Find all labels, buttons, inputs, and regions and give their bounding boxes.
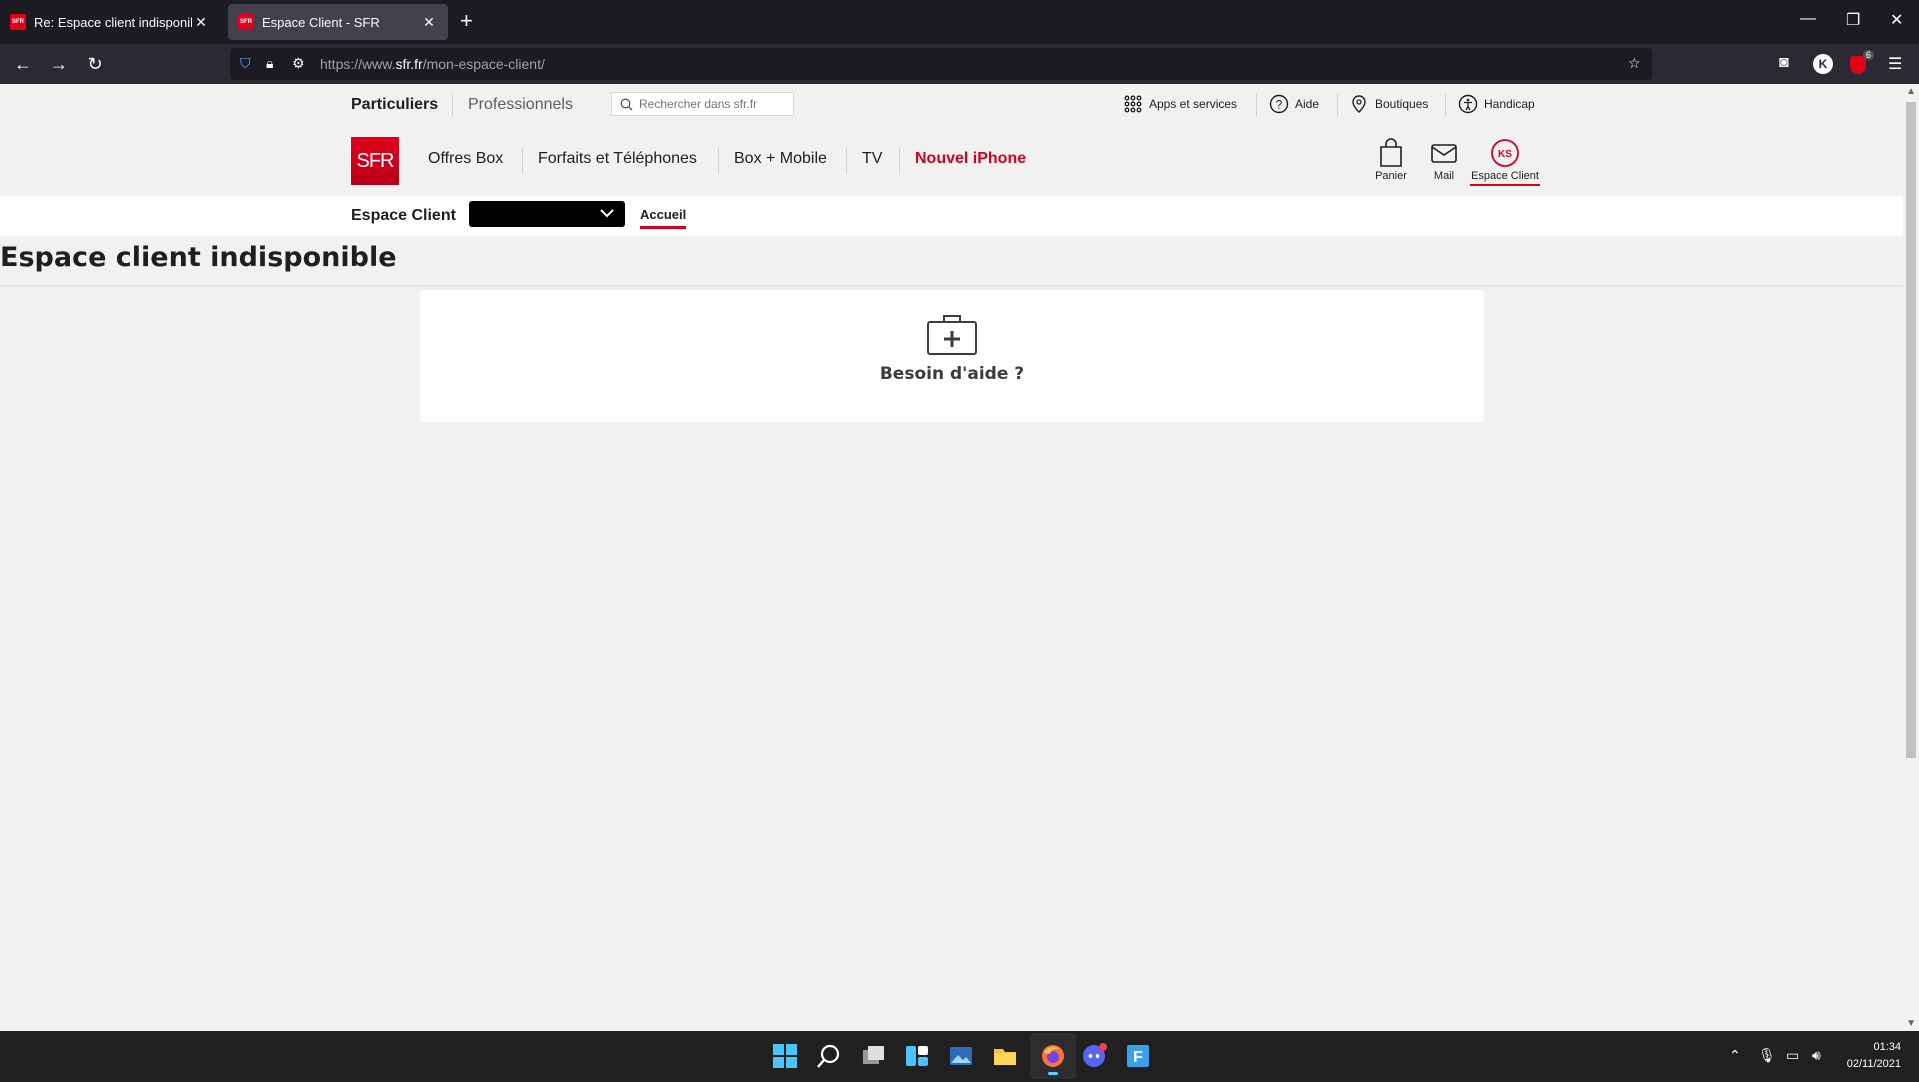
browser-nav-bar: ← → ↻ ⛉ 🔒︎ ⚙ https://www.sfr.fr/mon-espa… [0,44,1919,84]
scroll-up-icon[interactable]: ▲ [1906,86,1916,97]
accessibility-icon [1458,94,1478,114]
widgets-icon[interactable] [904,1043,930,1069]
extension-badge-count: 6 [1862,50,1874,60]
sfr-favicon-icon: SFR [238,14,254,30]
mail-button[interactable]: Mail [1419,138,1469,182]
volume-icon[interactable]: 🔊︎ [1812,1047,1821,1064]
extension-shield-icon[interactable]: 6 [1850,50,1874,74]
forward-arrow-icon[interactable]: → [47,53,71,75]
bookmark-star-icon[interactable]: ☆ [1628,55,1641,72]
espace-client-button[interactable]: KS Espace Client [1470,138,1540,186]
sfr-logo[interactable]: SFR [351,137,399,185]
espace-client-title: Espace Client [351,207,456,224]
search-icon [620,98,633,110]
sfr-header: Particuliers Professionnels Apps et serv… [0,84,1903,196]
network-icon[interactable]: ▭ [1786,1047,1799,1064]
task-view-icon[interactable] [860,1043,886,1069]
apps-grid-icon [1124,95,1142,113]
app-f-icon[interactable]: F [1125,1043,1151,1069]
help-card[interactable]: Besoin d'aide ? [420,290,1484,422]
aide-link[interactable]: ? Aide [1269,94,1319,114]
nav-offres-box[interactable]: Offres Box [428,150,503,168]
handicap-link[interactable]: Handicap [1458,94,1535,114]
error-banner: Espace client indisponible [0,236,1903,286]
page-viewport: Particuliers Professionnels Apps et serv… [0,84,1919,1031]
url-bar[interactable]: ⛉ 🔒︎ ⚙ https://www.sfr.fr/mon-espace-cli… [230,48,1652,80]
user-avatar-icon: KS [1491,139,1519,167]
browser-tab-2[interactable]: SFR Espace Client - SFR ✕ [228,4,448,40]
shopping-bag-icon [1380,138,1402,167]
pocket-icon[interactable]: ◙ [1779,54,1789,72]
tab-label: Re: Espace client indisponible - [34,14,192,30]
search-box[interactable] [611,92,794,116]
svg-text:?: ? [1276,98,1283,112]
segment-particuliers[interactable]: Particuliers [351,96,438,114]
close-window-icon[interactable]: ✕ [1890,10,1903,30]
reload-icon[interactable]: ↻ [83,53,107,75]
scroll-thumb[interactable] [1906,102,1916,758]
help-question-icon: ? [1269,94,1289,114]
windows-start-icon[interactable] [772,1043,798,1069]
back-arrow-icon[interactable]: ← [11,53,35,75]
scroll-down-icon[interactable]: ▼ [1906,1018,1916,1029]
boutiques-link[interactable]: Boutiques [1349,94,1428,114]
profile-avatar[interactable]: K [1813,54,1833,74]
close-tab-icon[interactable]: ✕ [420,14,438,31]
menu-icon[interactable]: ☰ [1888,54,1902,74]
nav-nouvel-iphone[interactable]: Nouvel iPhone [915,150,1026,168]
account-select[interactable] [469,201,625,227]
close-tab-icon[interactable]: ✕ [192,14,210,31]
restore-icon[interactable]: ❐ [1846,10,1860,30]
tracking-shield-icon[interactable]: ⛉ [240,55,251,72]
firefox-taskbar-button[interactable] [1030,1033,1076,1079]
photos-icon[interactable] [948,1043,974,1069]
firefox-icon [1042,1045,1064,1067]
permissions-icon[interactable]: ⚙ [292,55,305,72]
first-aid-kit-icon [927,315,977,355]
panier-button[interactable]: Panier [1366,138,1416,182]
browser-tab-strip: SFR Re: Espace client indisponible - ✕ S… [0,0,1919,44]
browser-tab-1[interactable]: SFR Re: Espace client indisponible - ✕ [0,4,220,40]
discord-icon[interactable] [1081,1043,1107,1069]
tab-accueil[interactable]: Accueil [640,207,687,229]
svg-text:KS: KS [1498,149,1512,160]
sfr-favicon-icon: SFR [10,14,26,30]
help-text: Besoin d'aide ? [879,364,1025,384]
search-input[interactable] [639,97,789,111]
minimize-icon[interactable]: — [1800,10,1816,28]
tab-label: Espace Client - SFR [262,14,380,30]
segment-professionnels[interactable]: Professionnels [468,96,573,114]
microphone-icon[interactable]: 🎙︎ [1758,1047,1776,1064]
chevron-down-icon [600,209,614,218]
svg-text:F: F [1133,1049,1143,1066]
url-text[interactable]: https://www.sfr.fr/mon-espace-client/ [320,56,545,72]
tray-overflow-icon[interactable]: ⌃ [1729,1047,1741,1064]
page-title: Espace client indisponible [0,242,397,273]
nav-box-mobile[interactable]: Box + Mobile [734,150,827,168]
os-taskbar: F ⌃ 🎙︎ ▭ 🔊︎ 01:34 02/11/2021 [0,1031,1919,1082]
page-scrollbar[interactable]: ▲ ▼ [1903,84,1919,1031]
new-tab-icon[interactable]: + [460,10,473,32]
lock-icon[interactable]: 🔒︎ [266,55,273,72]
location-pin-icon [1352,95,1366,113]
nav-tv[interactable]: TV [862,150,882,168]
espace-client-bar: Espace Client Accueil [0,196,1903,236]
search-icon[interactable] [816,1043,842,1069]
file-explorer-icon[interactable] [992,1043,1018,1069]
mail-envelope-icon [1431,144,1457,163]
nav-forfaits-telephones[interactable]: Forfaits et Téléphones [538,150,697,168]
apps-services-link[interactable]: Apps et services [1123,94,1237,114]
system-clock[interactable]: 01:34 02/11/2021 [1847,1039,1901,1073]
